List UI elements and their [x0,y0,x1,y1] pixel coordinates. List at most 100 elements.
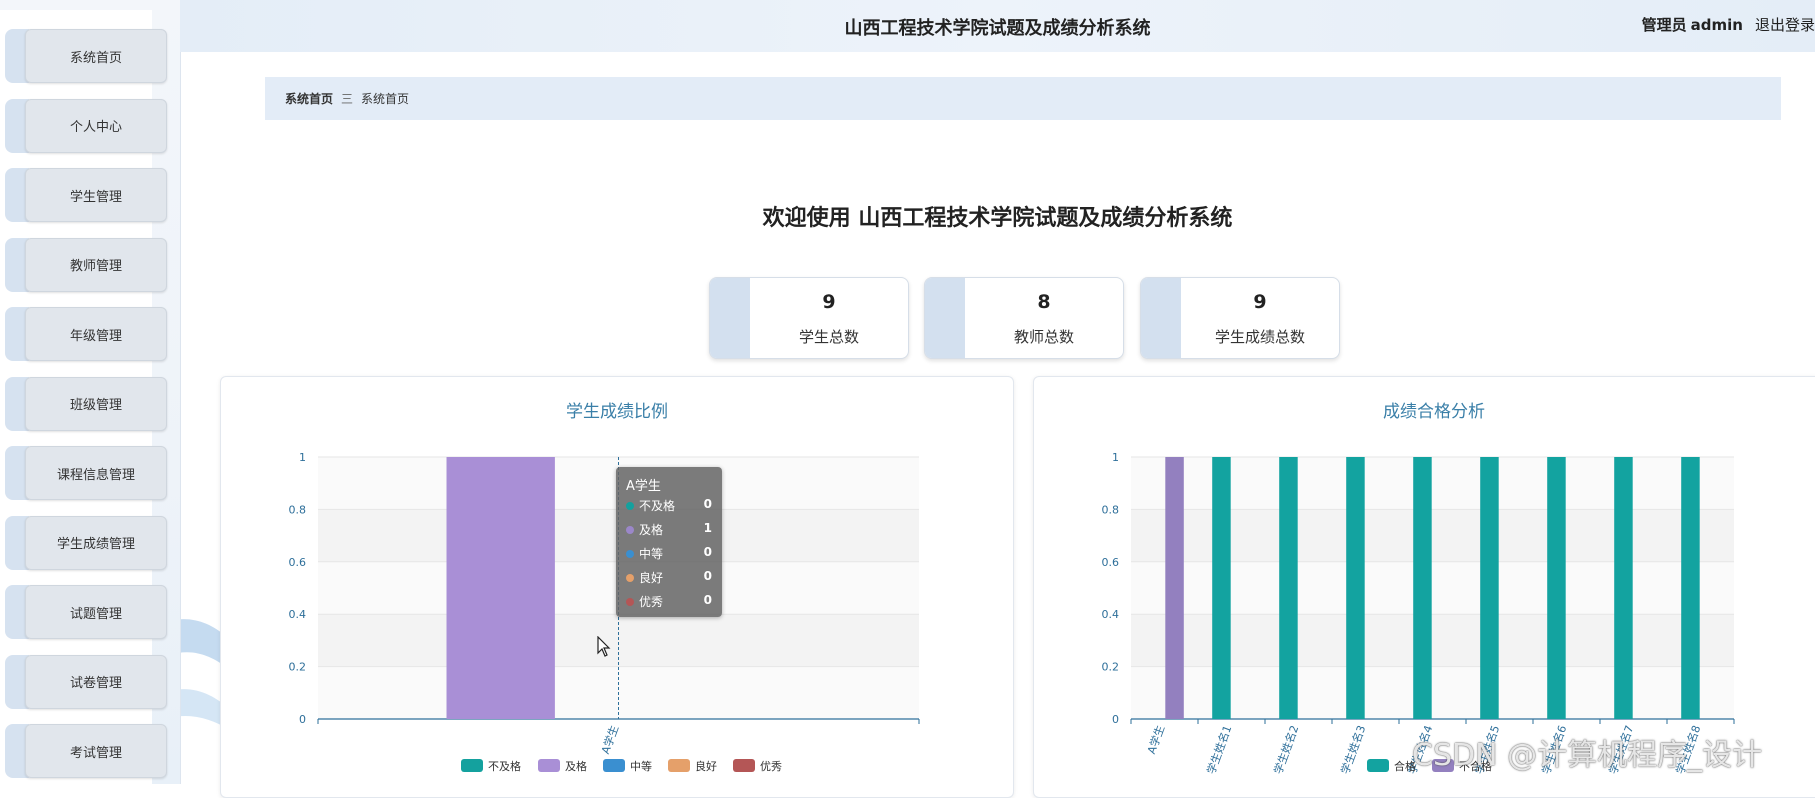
stat-value: 9 [822,291,836,313]
tooltip-row: 及格 1 [626,521,716,539]
legend-swatch [1367,759,1389,772]
sidebar-item-button[interactable]: 学生成绩管理 [25,515,167,570]
legend-dot-icon [626,502,634,510]
y-tick-label: 1 [299,451,306,464]
top-header: 山西工程技术学院试题及成绩分析系统 管理员 admin 退出登录 [180,0,1815,52]
y-tick-label: 0.8 [289,503,307,516]
sidebar-item-button[interactable]: 学生管理 [25,168,167,222]
user-name: admin [1690,16,1743,34]
sidebar-item[interactable]: 学生管理 [5,168,167,222]
y-tick-label: 0 [299,713,306,726]
mouse-cursor-icon [597,636,611,657]
bar [1614,457,1633,719]
tooltip-series-value: 0 [703,545,712,559]
legend-dot-icon [626,550,634,558]
sidebar-item[interactable]: 学生成绩管理 [5,515,167,570]
y-tick-label: 0.4 [1102,608,1120,621]
stat-label: 教师总数 [1013,328,1074,346]
legend-label: 及格 [565,759,587,773]
sidebar-item-button[interactable]: 年级管理 [25,307,167,361]
bar [1212,457,1231,719]
sidebar-item[interactable]: 课程信息管理 [5,446,167,500]
tooltip-series-name: 良好 [639,571,664,585]
bar [1480,457,1499,719]
y-tick-label: 0.6 [1102,556,1120,569]
tooltip-row: 中等 0 [626,545,716,563]
tooltip-series-name: 中等 [639,547,664,561]
sidebar-item[interactable]: 考试管理 [5,724,167,778]
legend-label: 良好 [695,759,717,773]
x-tick-label: A学生 [598,723,621,756]
sidebar-item-button[interactable]: 试卷管理 [25,654,167,709]
y-tick-label: 0.4 [289,608,307,621]
bar [1279,457,1298,719]
breadcrumb-separator: 三 [341,92,354,106]
tooltip-series-value: 0 [703,497,712,511]
tooltip-series-name: 优秀 [639,595,664,609]
sidebar-item[interactable]: 年级管理 [5,307,167,361]
tooltip-title: A学生 [626,479,661,494]
tooltip-row: 优秀 0 [626,593,716,611]
app-title: 山西工程技术学院试题及成绩分析系统 [844,18,1151,39]
stat-card-accent [1141,278,1181,358]
stat-card-accent [710,278,750,358]
breadcrumb: 系统首页 三 系统首页 [265,77,1781,120]
tooltip-series-value: 0 [703,569,712,583]
sidebar-item-button[interactable]: 个人中心 [25,98,167,153]
welcome-heading: 欢迎使用 山西工程技术学院试题及成绩分析系统 [762,206,1233,231]
y-tick-label: 1 [1112,451,1119,464]
tooltip-series-name: 不及格 [639,499,676,513]
y-tick-label: 0 [1112,713,1119,726]
legend-dot-icon [626,574,634,582]
sidebar-item-button[interactable]: 教师管理 [25,237,167,292]
tooltip-series-name: 及格 [639,523,664,537]
legend-label: 不及格 [488,759,521,773]
sidebar-item[interactable]: 班级管理 [5,376,167,431]
chart-tooltip: A学生 不及格 0 及格 1 中等 0 良好 0 优秀 0 [616,467,722,617]
legend-label: 优秀 [760,760,782,773]
x-tick-label: A学生 [1144,723,1167,756]
sidebar-item[interactable]: 个人中心 [5,98,167,153]
sidebar-item[interactable]: 系统首页 [5,29,167,83]
sidebar-item[interactable]: 试卷管理 [5,654,167,709]
sidebar-item[interactable]: 教师管理 [5,237,167,292]
y-tick-label: 0.2 [289,661,307,674]
bar [1413,457,1432,719]
bar [1165,457,1184,719]
stat-value: 8 [1037,291,1051,313]
y-tick-label: 0.6 [289,556,307,569]
stat-label: 学生成绩总数 [1214,328,1305,346]
stat-card-teachers: 8 教师总数 [924,277,1124,359]
legend-swatch [538,759,560,772]
watermark: CSDN @计算机程序_设计 [1412,738,1763,773]
sidebar: 系统首页个人中心学生管理教师管理年级管理班级管理课程信息管理 学生成绩管理 试题管理… [0,0,181,784]
y-tick-label: 0.8 [1102,503,1120,516]
legend-swatch [461,759,483,772]
bar [1346,457,1365,719]
legend-dot-icon [626,526,634,534]
x-tick-label: 学生姓名2 [1271,723,1302,776]
legend-swatch [603,759,625,772]
stat-value: 9 [1253,291,1267,313]
logout-link[interactable]: 退出登录 [1755,16,1815,34]
user-role: 管理员 [1641,16,1687,34]
legend-swatch [733,759,755,772]
sidebar-item-button[interactable]: 试题管理 [25,585,167,639]
bar [1547,457,1566,719]
stat-card-scores: 9 学生成绩总数 [1140,277,1340,359]
legend-swatch [668,759,690,772]
sidebar-item-button[interactable]: 课程信息管理 [25,446,167,500]
user-area: 管理员 admin 退出登录 [1642,14,1815,35]
legend-label: 中等 [630,759,652,773]
bar [446,457,555,719]
tooltip-series-value: 1 [703,521,712,535]
sidebar-item-button[interactable]: 系统首页 [25,29,167,83]
breadcrumb-current: 系统首页 [361,92,410,106]
stat-card-students: 9 学生总数 [709,277,909,359]
sidebar-item-button[interactable]: 考试管理 [25,724,167,778]
tooltip-row: 良好 0 [626,569,716,587]
sidebar-item-button[interactable]: 班级管理 [25,376,167,431]
sidebar-item[interactable]: 试题管理 [5,585,167,639]
breadcrumb-home[interactable]: 系统首页 [285,90,333,107]
bar [1681,457,1700,719]
